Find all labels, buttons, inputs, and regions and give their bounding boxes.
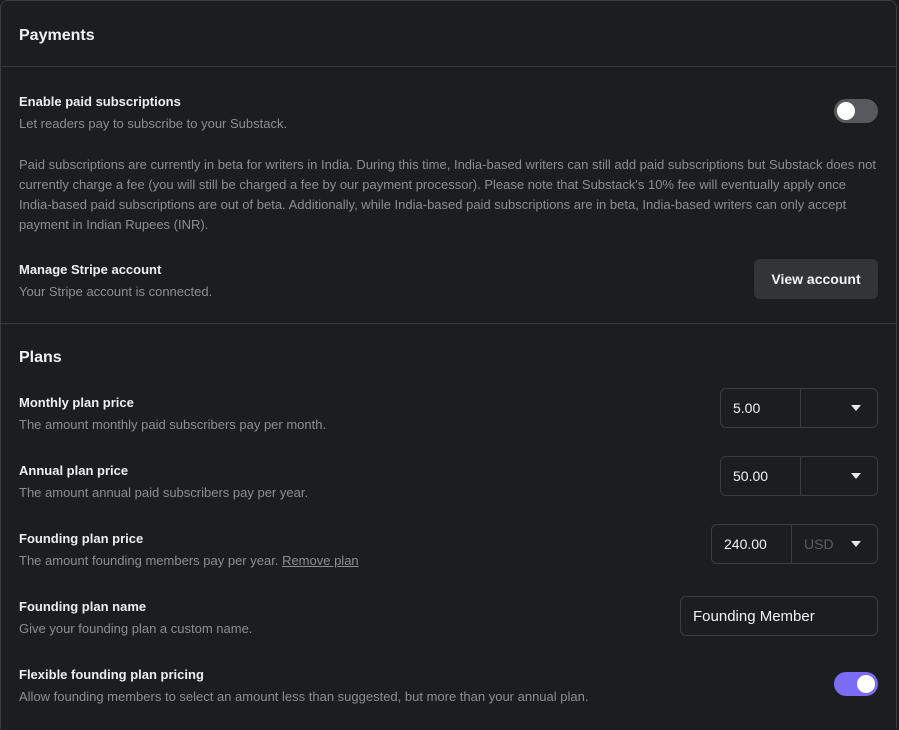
section-divider <box>1 323 896 324</box>
founding-currency-value: USD <box>804 536 834 552</box>
flexible-pricing-desc: Allow founding members to select an amou… <box>19 689 589 704</box>
payments-section-title: Payments <box>19 27 95 44</box>
flexible-pricing-toggle[interactable] <box>834 672 878 696</box>
enable-paid-title: Enable paid subscriptions <box>19 94 181 109</box>
enable-paid-desc: Let readers pay to subscribe to your Sub… <box>19 116 288 131</box>
india-beta-note: Paid subscriptions are currently in beta… <box>19 157 876 232</box>
chevron-down-icon <box>851 473 861 479</box>
settings-panel: Payments Enable paid subscriptions Let r… <box>0 0 897 729</box>
monthly-price-input[interactable]: 5.00 <box>721 389 801 427</box>
founding-name-desc: Give your founding plan a custom name. <box>19 621 253 636</box>
founding-price-desc-text: The amount founding members pay per year… <box>19 553 279 568</box>
founding-price-desc: The amount founding members pay per year… <box>19 553 359 568</box>
annual-price-title: Annual plan price <box>19 463 129 478</box>
annual-price-input[interactable]: 50.00 <box>721 457 801 495</box>
founding-price-title: Founding plan price <box>19 531 144 546</box>
founding-name-input[interactable]: Founding Member <box>680 596 878 636</box>
toggle-knob <box>837 102 855 120</box>
enable-paid-toggle[interactable] <box>834 99 878 123</box>
monthly-price-field: 5.00 <box>720 388 878 428</box>
flexible-pricing-title: Flexible founding plan pricing <box>19 667 204 682</box>
founding-price-input[interactable]: 240.00 <box>712 525 792 563</box>
annual-price-desc: The amount annual paid subscribers pay p… <box>19 485 309 500</box>
monthly-price-desc: The amount monthly paid subscribers pay … <box>19 417 327 432</box>
view-account-button[interactable]: View account <box>754 259 878 299</box>
annual-price-field: 50.00 <box>720 456 878 496</box>
toggle-knob <box>857 675 875 693</box>
plans-section-title: Plans <box>19 349 62 366</box>
stripe-title: Manage Stripe account <box>19 262 162 277</box>
chevron-down-icon <box>851 405 861 411</box>
stripe-desc: Your Stripe account is connected. <box>19 284 213 299</box>
monthly-currency-select[interactable] <box>801 389 877 427</box>
chevron-down-icon <box>851 541 861 547</box>
payments-header-divider <box>1 66 896 67</box>
founding-price-field: 240.00 USD <box>711 524 878 564</box>
annual-currency-select[interactable] <box>801 457 877 495</box>
founding-name-title: Founding plan name <box>19 599 147 614</box>
remove-plan-link[interactable]: Remove plan <box>282 553 359 568</box>
founding-currency-select[interactable]: USD <box>792 525 877 563</box>
monthly-price-title: Monthly plan price <box>19 395 134 410</box>
